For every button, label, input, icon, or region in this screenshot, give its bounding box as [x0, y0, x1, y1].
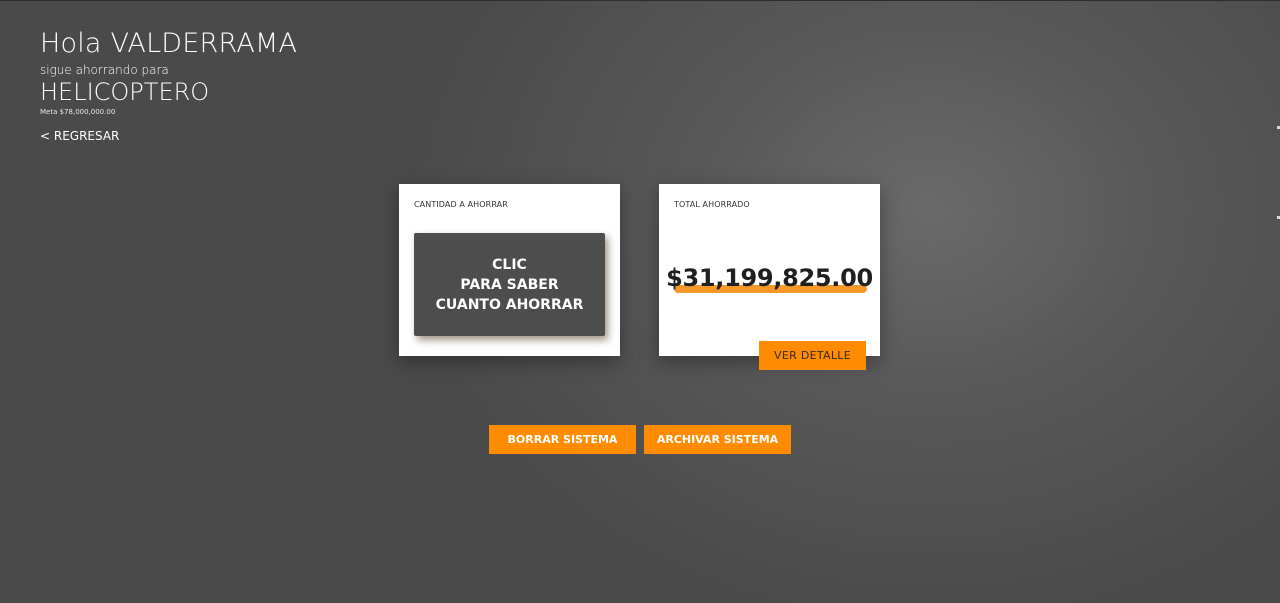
amount-card: CANTIDAD A AHORRAR CLIC PARA SABER CUANT…	[399, 184, 620, 356]
calculate-line-3: CUANTO AHORRAR	[435, 296, 584, 313]
total-card: TOTAL AHORRADO $31,199,825.00	[659, 184, 880, 356]
total-saved-value: $31,199,825.00	[666, 264, 873, 292]
amount-card-label: CANTIDAD A AHORRAR	[414, 200, 508, 209]
delete-system-button[interactable]: BORRAR SISTEMA	[489, 425, 636, 454]
goal-name: HELICOPTERO	[40, 78, 210, 106]
total-card-label: TOTAL AHORRADO	[674, 200, 750, 209]
calculate-line-1: CLIC	[492, 256, 527, 273]
calculate-line-2: PARA SABER	[460, 276, 559, 293]
greeting-subtitle: sigue ahorrando para	[40, 63, 169, 77]
view-detail-button[interactable]: VER DETALLE	[759, 341, 866, 370]
header: Hola VALDERRAMA sigue ahorrando para HEL…	[40, 28, 297, 144]
greeting-title: Hola VALDERRAMA	[40, 28, 298, 59]
top-border	[0, 0, 1280, 1]
goal-meta: Meta $78,000,000.00	[40, 108, 116, 116]
archive-system-button[interactable]: ARCHIVAR SISTEMA	[644, 425, 791, 454]
calculate-savings-button[interactable]: CLIC PARA SABER CUANTO AHORRAR	[414, 233, 605, 336]
back-link[interactable]: < REGRESAR	[40, 129, 119, 143]
